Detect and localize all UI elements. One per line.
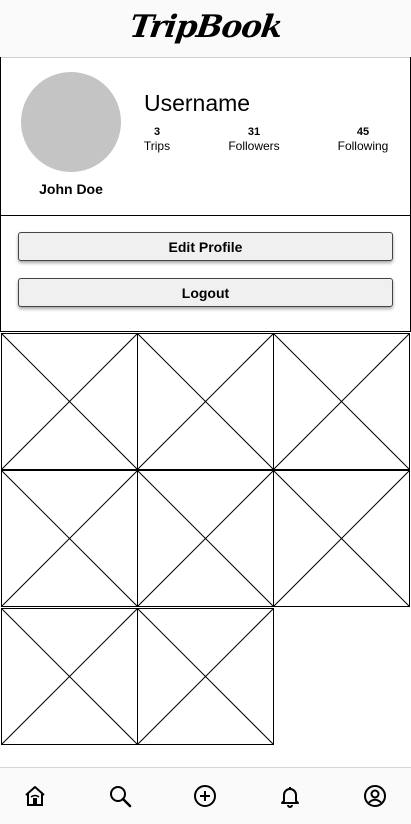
- stat-followers-label: Followers: [228, 139, 280, 153]
- nav-add-trip-button[interactable]: [193, 784, 217, 808]
- nav-search-button[interactable]: [108, 784, 132, 808]
- stat-followers-value: 31: [247, 126, 261, 138]
- avatar[interactable]: [21, 72, 121, 172]
- edit-profile-button[interactable]: Edit Profile: [18, 232, 393, 261]
- stat-following[interactable]: 45 Following: [323, 125, 403, 153]
- nav-home-button[interactable]: [23, 784, 47, 808]
- home-icon: [25, 786, 45, 806]
- stat-followers[interactable]: 31 Followers: [214, 125, 294, 153]
- nav-profile-button[interactable]: [363, 784, 387, 808]
- trip-thumbnail[interactable]: [137, 608, 274, 745]
- trip-thumbnail[interactable]: [137, 333, 274, 470]
- logout-button[interactable]: Logout: [18, 278, 393, 307]
- search-icon: [110, 786, 132, 808]
- stat-trips-label: Trips: [143, 139, 171, 153]
- account-circle-icon: [364, 785, 386, 807]
- trip-thumbnail[interactable]: [273, 470, 410, 607]
- profile-actions: Edit Profile Logout: [0, 215, 411, 332]
- stat-following-label: Following: [337, 139, 389, 153]
- stat-following-value: 45: [356, 126, 370, 138]
- trip-thumbnail[interactable]: [137, 470, 274, 607]
- nav-notifications-button[interactable]: [278, 784, 302, 808]
- trip-thumbnail[interactable]: [1, 608, 138, 745]
- trip-thumbnail[interactable]: [273, 333, 410, 470]
- bottom-nav: [0, 767, 411, 824]
- app-header: TripBook: [0, 0, 411, 58]
- trip-thumbnail[interactable]: [1, 333, 138, 470]
- app-logo: TripBook: [127, 9, 284, 45]
- username: Username: [144, 90, 251, 116]
- bell-icon: [281, 787, 299, 808]
- trip-grid: [0, 331, 411, 747]
- add-circle-icon: [194, 785, 216, 807]
- stat-trips[interactable]: 3 Trips: [117, 125, 197, 153]
- profile-section: John Doe Username 3 Trips 31 Followers 4…: [0, 57, 411, 216]
- trip-thumbnail[interactable]: [1, 470, 138, 607]
- full-name: John Doe: [39, 181, 103, 197]
- stat-trips-value: 3: [153, 126, 161, 138]
